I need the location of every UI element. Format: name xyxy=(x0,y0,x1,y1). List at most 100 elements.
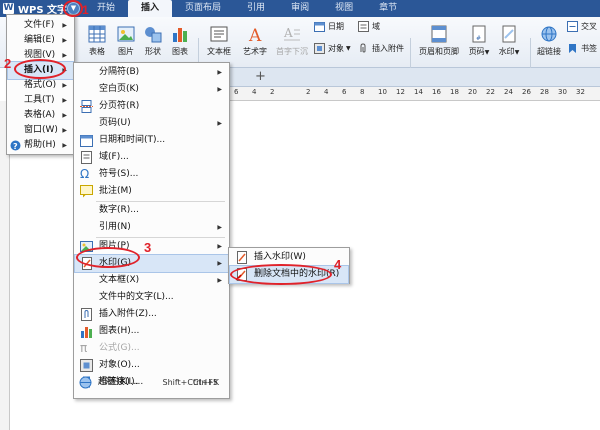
annotation-ring-2 xyxy=(14,59,66,79)
object-icon xyxy=(80,359,93,372)
cross-reference-button[interactable]: 交叉 xyxy=(567,21,597,32)
annotation-ring-3 xyxy=(76,247,140,268)
dropcap-icon: A xyxy=(283,26,300,41)
tab-insert[interactable]: 插入 xyxy=(128,0,173,17)
menu-item-number[interactable]: 数字(R)... xyxy=(75,202,228,219)
ruler-tick-label: 20 xyxy=(468,88,477,96)
insert-submenu: 分隔符(B) ▶ 空白页(K) ▶ 分页符(R) 页码(U) ▶ 日期和时间(T)..… xyxy=(73,62,230,399)
tab-references[interactable]: 引用 xyxy=(234,0,278,17)
ruler-tick-label: 10 xyxy=(378,88,387,96)
menu-item-comment[interactable]: 批注(M) xyxy=(75,183,228,200)
field-button[interactable]: 域 xyxy=(358,21,380,32)
page-number-button[interactable]: # 页码▼ xyxy=(466,25,492,57)
insert-attachment-button[interactable]: 插入附件 xyxy=(358,43,404,54)
menu-item-chart[interactable]: 图表(H)... xyxy=(75,323,228,340)
ruler-tick-label: 2 xyxy=(270,88,275,96)
page-break-icon xyxy=(80,100,93,113)
wps-logo-icon: W xyxy=(3,3,14,14)
submenu-arrow-icon: ▶ xyxy=(217,224,222,231)
wordart-button[interactable]: A 艺术字 xyxy=(240,25,270,57)
wordart-icon: A xyxy=(248,26,262,43)
menu-item-textbox[interactable]: 文本框(X) ▶ xyxy=(75,272,228,289)
watermark-icon xyxy=(502,25,516,43)
document-tab-bar: + xyxy=(200,68,600,87)
tab-section[interactable]: 章节 xyxy=(366,0,410,17)
menu-item-blank-page[interactable]: 空白页(K) ▶ xyxy=(75,81,228,98)
menu-item-date-time[interactable]: 日期和时间(T)... xyxy=(75,132,228,149)
hyperlink-icon xyxy=(79,376,92,389)
annotation-number-4: 4 xyxy=(334,257,342,272)
title-bar: W WPS 文字 ▼ 开始 插入 页面布局 引用 审阅 视图 章节 xyxy=(0,0,600,17)
svg-text:?: ? xyxy=(13,142,18,151)
ruler-tick-label: 4 xyxy=(324,88,329,96)
menu-item-insert-attachment[interactable]: 插入附件(Z)... xyxy=(75,306,228,323)
annotation-number-1: 1 xyxy=(82,3,89,17)
ruler-tick-label: 28 xyxy=(540,88,549,96)
ruler-tick-label: 22 xyxy=(486,88,495,96)
bookmark-button[interactable]: 书签 xyxy=(567,43,597,54)
header-footer-button[interactable]: 页眉和页脚 xyxy=(414,25,464,57)
bookmark-icon xyxy=(569,44,576,53)
insert-watermark-icon xyxy=(237,251,247,264)
ruler-tick-label: 14 xyxy=(414,88,423,96)
ruler-tick-label: 2 xyxy=(306,88,311,96)
attachment-icon xyxy=(81,308,92,321)
ruler-tick-label: 16 xyxy=(432,88,441,96)
ruler-tick-label: 6 xyxy=(342,88,347,96)
table-icon xyxy=(88,25,106,43)
shape-icon xyxy=(145,27,162,43)
ruler-tick-label: 8 xyxy=(360,88,365,96)
menu-item-reference[interactable]: 引用(N) ▶ xyxy=(75,219,228,236)
menu-item-object[interactable]: 对象(O)... xyxy=(75,357,228,374)
object-icon xyxy=(314,43,325,54)
hyperlink-button[interactable]: 超链接 xyxy=(534,25,564,57)
picture-button[interactable]: 图片 xyxy=(114,25,138,57)
svg-text:A: A xyxy=(283,26,293,40)
shape-button[interactable]: 形状 xyxy=(140,25,166,57)
svg-text:A: A xyxy=(248,26,262,43)
menu-item-symbol[interactable]: Ω 符号(S)... xyxy=(75,166,228,183)
menu-item-help[interactable]: ? 帮助(H) ▶ xyxy=(8,137,73,154)
hyperlink-shortcut: Ctrl+K xyxy=(192,378,219,387)
tab-review[interactable]: 审阅 xyxy=(278,0,322,17)
tab-home[interactable]: 开始 xyxy=(84,0,128,17)
object-button[interactable]: 对象 ▼ xyxy=(314,43,351,54)
svg-text:#: # xyxy=(476,35,481,42)
menu-item-hyperlink[interactable]: 超链接(I)... Ctrl+K xyxy=(74,374,229,391)
watermark-button[interactable]: 水印▼ xyxy=(496,25,522,57)
menu-item-page-number[interactable]: 页码(U) ▶ xyxy=(75,115,228,132)
submenu-arrow-icon: ▶ xyxy=(62,142,67,149)
chart-button[interactable]: 图表 xyxy=(168,25,192,57)
tab-view[interactable]: 视图 xyxy=(322,0,366,17)
ruler-tick-label: 18 xyxy=(450,88,459,96)
field-icon xyxy=(81,151,92,164)
date-button[interactable]: 日期 xyxy=(314,21,344,32)
attachment-icon xyxy=(360,43,366,53)
tab-page-layout[interactable]: 页面布局 xyxy=(172,0,234,17)
menu-item-field[interactable]: 域(F)... xyxy=(75,149,228,166)
pi-formula-icon: π xyxy=(80,341,88,355)
annotation-number-3: 3 xyxy=(144,240,152,255)
menu-item-page-break[interactable]: 分页符(R) xyxy=(75,98,228,115)
header-footer-icon xyxy=(431,25,447,43)
table-button[interactable]: 表格 xyxy=(84,25,110,57)
ribbon-insert: 表格 图片 形状 图表 文本框 A 艺术字 A 首字下沉 日期 域 对象 ▼ 插入… xyxy=(0,17,600,81)
omega-symbol-icon: Ω xyxy=(80,167,90,181)
textbox-button[interactable]: 文本框 xyxy=(202,25,236,57)
dropcap-button[interactable]: A 首字下沉 xyxy=(274,25,310,57)
menu-item-section-break[interactable]: 分隔符(B) ▶ xyxy=(75,64,228,81)
help-icon: ? xyxy=(10,140,21,151)
submenu-arrow-icon: ▶ xyxy=(217,69,222,76)
app-main-menu: 文件(F) ▶ 编辑(E) ▶ 视图(V) ▶ 插入(I) ▶ 格式(O) ▶ 工具(T)… xyxy=(6,14,75,155)
submenu-arrow-icon: ▶ xyxy=(217,86,222,93)
submenu-arrow-icon: ▶ xyxy=(217,243,222,250)
new-document-tab-button[interactable]: + xyxy=(255,69,266,84)
ruler-tick-label: 30 xyxy=(558,88,567,96)
picture-icon xyxy=(117,26,135,42)
hyperlink-icon xyxy=(541,26,557,42)
page-number-icon: # xyxy=(472,25,486,43)
menu-item-text-from-file[interactable]: 文件中的文字(L)... xyxy=(75,289,228,306)
submenu-arrow-icon: ▶ xyxy=(217,277,222,284)
menu-item-formula[interactable]: π 公式(G)... xyxy=(75,340,228,357)
annotation-ring-1 xyxy=(63,0,83,17)
